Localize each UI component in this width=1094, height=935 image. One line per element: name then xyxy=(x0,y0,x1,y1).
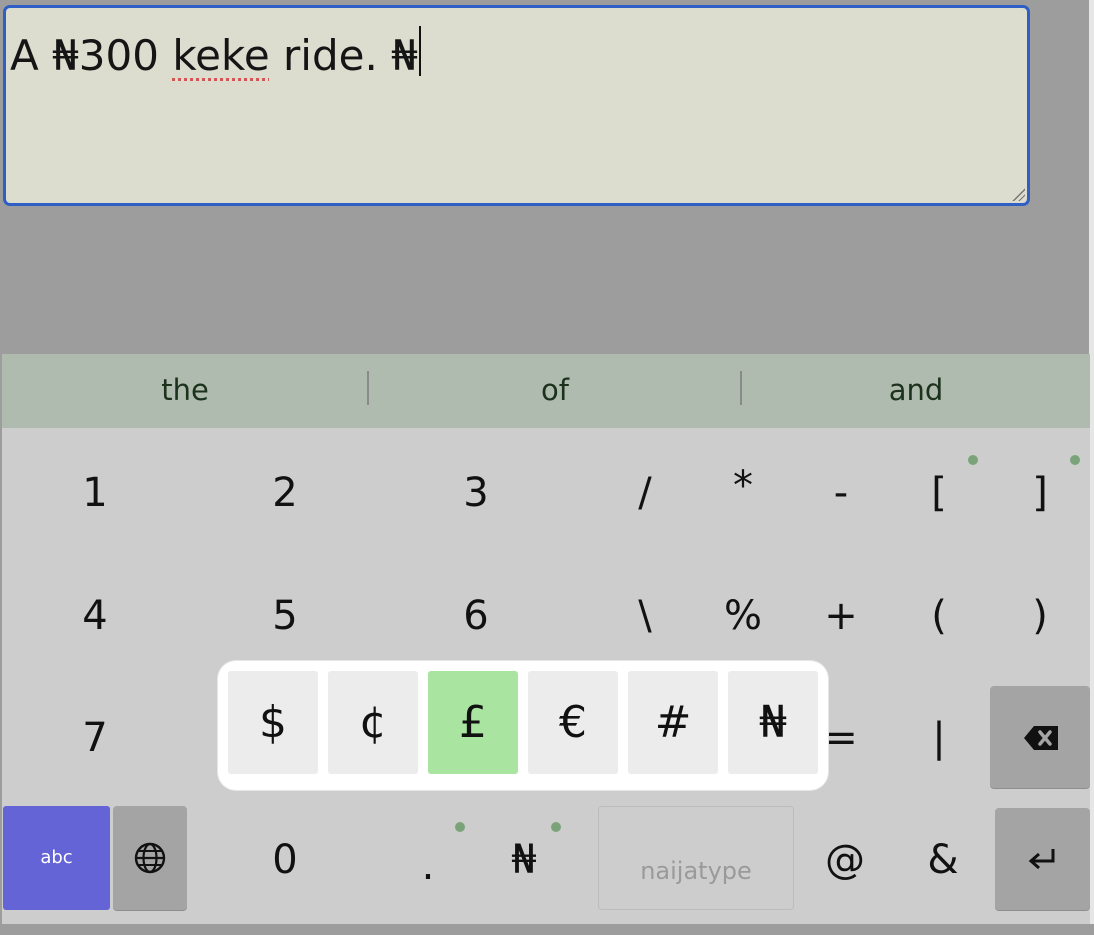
key-plus[interactable]: + xyxy=(791,558,891,674)
space-bar[interactable]: naijatype xyxy=(598,806,794,910)
long-press-dot xyxy=(1070,455,1080,465)
suggestion-2[interactable]: of xyxy=(369,354,741,428)
popup-cent[interactable]: ¢ xyxy=(328,671,418,774)
key-right-paren[interactable]: ) xyxy=(990,558,1090,674)
text-content: A ₦300 keke ride. ₦ xyxy=(10,26,421,86)
long-press-dot xyxy=(551,822,561,832)
popup-euro[interactable]: € xyxy=(528,671,618,774)
misspelled-word[interactable]: keke xyxy=(172,31,269,80)
suggestion-bar: the of and xyxy=(2,354,1090,428)
text-caret xyxy=(418,26,421,76)
currency-popup: $ ¢ £ € # ₦ xyxy=(218,661,828,790)
key-slash[interactable]: / xyxy=(595,435,695,551)
long-press-dot xyxy=(455,822,465,832)
key-7[interactable]: 7 xyxy=(45,680,145,796)
key-left-paren[interactable]: ( xyxy=(889,558,989,674)
key-pipe[interactable]: | xyxy=(889,680,989,796)
backspace-button[interactable] xyxy=(990,686,1090,788)
key-minus[interactable]: - xyxy=(791,435,891,551)
globe-icon xyxy=(134,842,166,874)
enter-icon xyxy=(1028,849,1055,870)
key-naira[interactable]: ₦ xyxy=(474,802,574,918)
popup-pound[interactable]: £ xyxy=(428,671,518,774)
language-button[interactable] xyxy=(113,806,187,910)
key-6[interactable]: 6 xyxy=(426,558,526,674)
abc-mode-button[interactable]: abc xyxy=(3,806,110,910)
suggestion-1[interactable]: the xyxy=(2,354,368,428)
long-press-dot xyxy=(968,455,978,465)
key-5[interactable]: 5 xyxy=(235,558,335,674)
suggestion-3[interactable]: and xyxy=(742,354,1090,428)
text-input-area[interactable]: A ₦300 keke ride. ₦ xyxy=(3,5,1030,206)
resize-handle-icon[interactable] xyxy=(1011,187,1025,201)
key-ampersand[interactable]: & xyxy=(893,802,993,918)
key-at[interactable]: @ xyxy=(795,802,895,918)
key-3[interactable]: 3 xyxy=(426,435,526,551)
popup-dollar[interactable]: $ xyxy=(228,671,318,774)
key-0[interactable]: 0 xyxy=(235,802,335,918)
popup-hash[interactable]: # xyxy=(628,671,718,774)
key-1[interactable]: 1 xyxy=(45,435,145,551)
popup-naira[interactable]: ₦ xyxy=(728,671,818,774)
key-left-bracket[interactable]: [ xyxy=(889,435,989,551)
enter-button[interactable] xyxy=(995,808,1090,910)
key-right-bracket[interactable]: ] xyxy=(990,435,1090,551)
key-percent[interactable]: % xyxy=(693,558,793,674)
key-asterisk[interactable]: * xyxy=(693,428,793,544)
key-2[interactable]: 2 xyxy=(235,435,335,551)
key-backslash[interactable]: \ xyxy=(595,558,695,674)
key-4[interactable]: 4 xyxy=(45,558,145,674)
backspace-icon xyxy=(1024,726,1058,750)
